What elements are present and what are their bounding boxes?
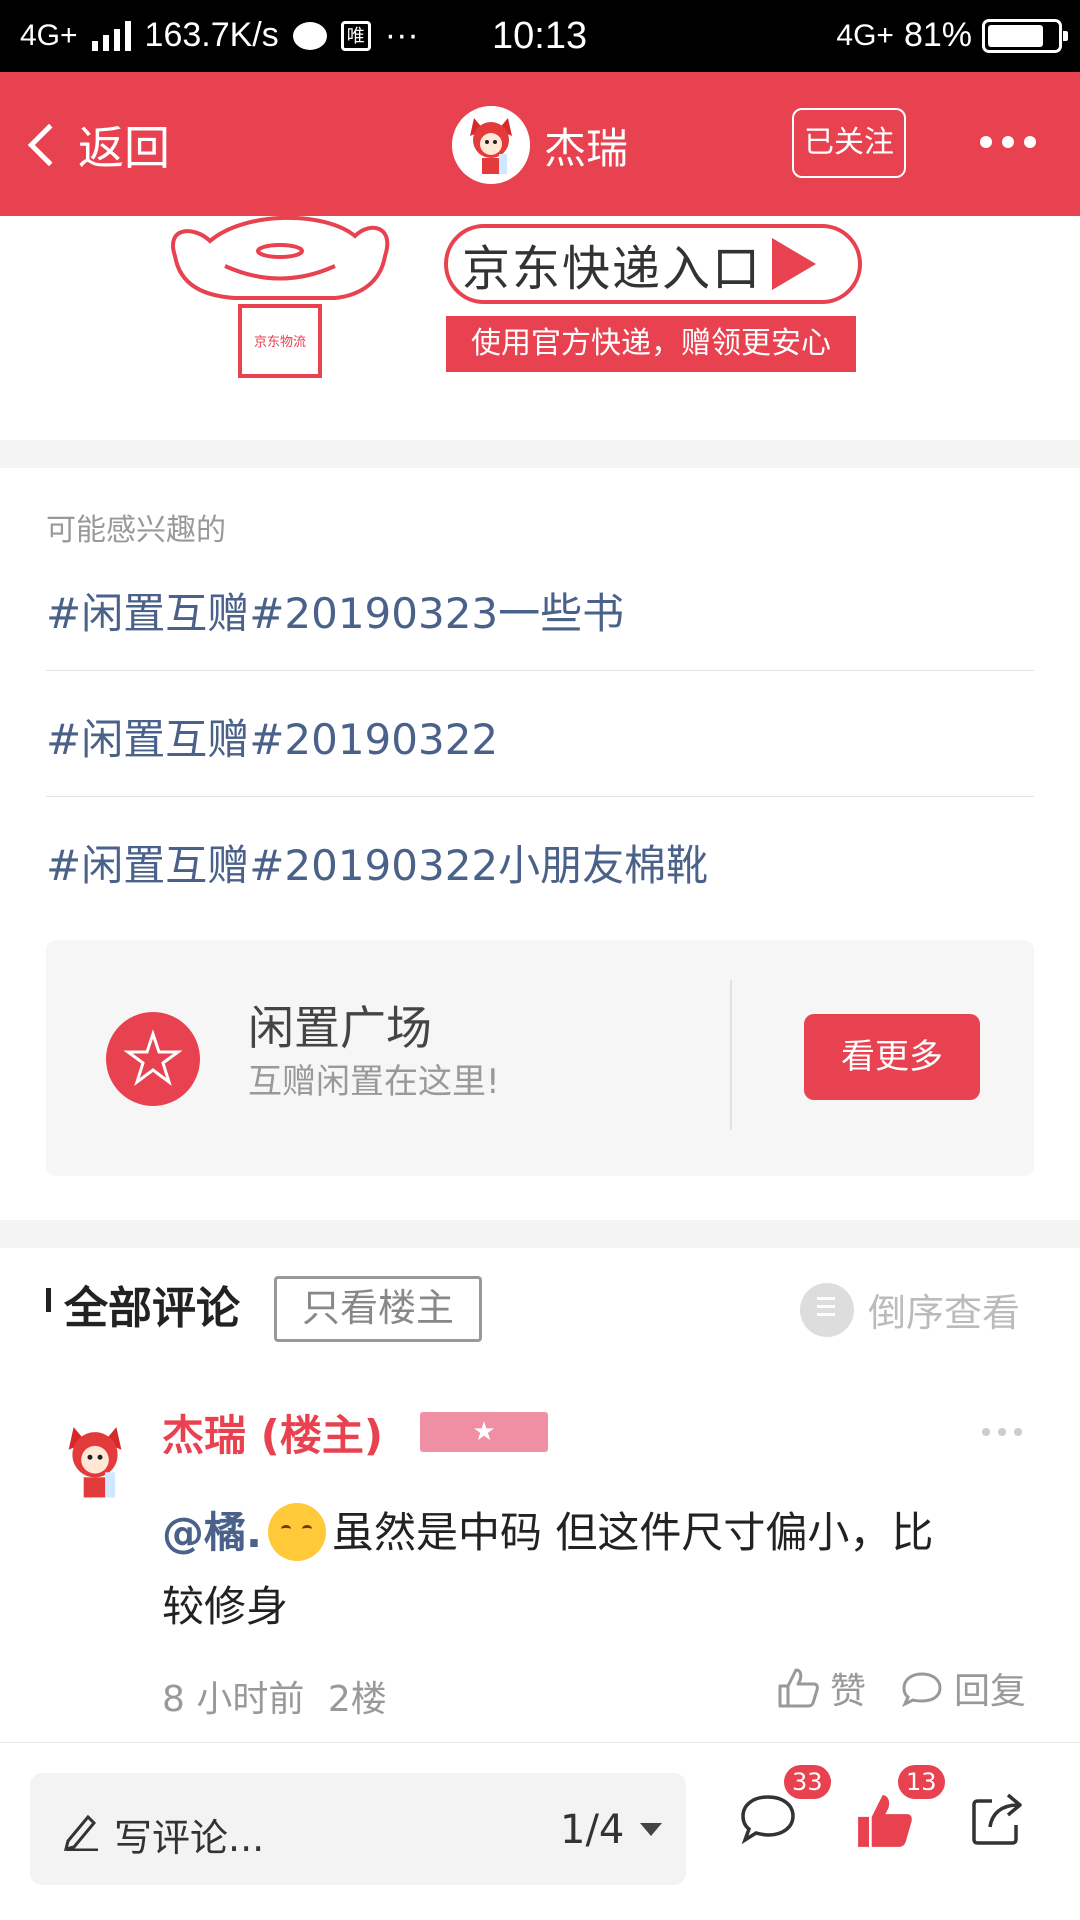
author-only-filter-button[interactable]: 只看楼主 — [274, 1276, 482, 1342]
sort-label: 倒序查看 — [868, 1291, 1021, 1335]
comment-floor: 2楼 — [327, 1679, 387, 1720]
nav-bar: 返回 杰瑞 已关注 — [0, 72, 1080, 216]
level-badge: ★ — [420, 1412, 548, 1452]
like-button[interactable]: 赞 — [776, 1662, 866, 1714]
sort-icon — [800, 1282, 854, 1337]
like-label: 赞 — [830, 1671, 867, 1712]
comment-time: 8 小时前 — [162, 1679, 305, 1720]
pencil-icon — [63, 1814, 98, 1851]
back-button[interactable]: 返回 — [20, 112, 170, 178]
composer-placeholder: 写评论... — [114, 1816, 265, 1860]
user-header[interactable]: 杰瑞 — [452, 106, 628, 184]
box-label: 京东物流 — [254, 335, 306, 350]
network-type: 4G+ — [20, 18, 78, 52]
section-divider — [0, 1220, 1080, 1248]
back-label: 返回 — [78, 121, 170, 175]
user-name: 杰瑞 — [544, 123, 629, 173]
smile-emoji-icon — [267, 1502, 326, 1561]
comment-body: @橘. 虽然是中码 但这件尺寸偏小，比 较修身 — [162, 1496, 1042, 1644]
comments-header: 全部评论 只看楼主 倒序查看 — [0, 1248, 1080, 1368]
see-more-button[interactable]: 看更多 — [804, 1014, 980, 1100]
comment-text: 虽然是中码 但这件尺寸偏小，比 — [331, 1508, 934, 1557]
reverse-order-button[interactable]: 倒序查看 — [800, 1282, 1020, 1337]
avatar[interactable] — [46, 1412, 144, 1510]
signal-icon — [91, 20, 131, 51]
topic-link[interactable]: #闲置互赠#20190323一些书 — [46, 580, 624, 641]
comments-title: 全部评论 — [64, 1283, 240, 1334]
title-accent-bar — [46, 1288, 51, 1312]
network-speed: 163.7K/s — [144, 16, 279, 54]
reply-label: 回复 — [954, 1671, 1027, 1712]
reply-button[interactable]: 回复 — [900, 1662, 1026, 1714]
comment-author[interactable]: 杰瑞 (楼主) — [162, 1402, 383, 1463]
jd-subtitle: 使用官方快递，赠领更安心 — [446, 316, 856, 372]
play-arrow-icon — [772, 238, 817, 290]
comment-more-icon[interactable] — [982, 1428, 1022, 1436]
divider — [46, 670, 1034, 671]
caret-down-icon[interactable] — [640, 1823, 662, 1836]
comment-count-badge: 33 — [784, 1765, 831, 1799]
follow-button[interactable]: 已关注 — [792, 108, 906, 178]
topic-link[interactable]: #闲置互赠#20190322小朋友棉靴 — [46, 832, 708, 893]
comment-text-cont: 较修身 — [162, 1582, 289, 1631]
mention-link[interactable]: @橘. — [162, 1508, 262, 1557]
thumbs-up-icon — [778, 1668, 819, 1708]
comment-actions: 赞 回复 — [776, 1662, 1026, 1714]
comment-composer[interactable]: 写评论... 1/4 — [30, 1773, 686, 1885]
app-notification-icon: 唯 — [340, 20, 371, 51]
idle-square-card[interactable]: 闲置广场 互赠闲置在这里! 看更多 — [46, 940, 1034, 1176]
like-count-badge: 13 — [898, 1765, 945, 1799]
interests-title: 可能感兴趣的 — [46, 513, 226, 548]
avatar — [452, 106, 530, 184]
comment-bubble-icon — [741, 1795, 795, 1845]
thumbs-up-filled-icon — [858, 1795, 912, 1847]
topic-link[interactable]: #闲置互赠#20190322 — [46, 706, 498, 767]
page-indicator[interactable]: 1/4 — [560, 1807, 624, 1853]
jd-entry-label: 京东快递入口 — [462, 241, 763, 297]
star-icon — [106, 1012, 200, 1106]
chat-notification-icon — [292, 21, 327, 50]
jd-entry-button[interactable]: 京东快递入口 — [444, 224, 862, 304]
network-type-right: 4G+ — [836, 18, 894, 52]
jd-express-banner[interactable]: 京东物流 京东快递入口 使用官方快递，赠领更安心 — [0, 215, 1080, 440]
section-divider — [0, 440, 1080, 468]
clock: 10:13 — [492, 15, 588, 57]
chevron-left-icon — [27, 123, 71, 167]
status-bar: 4G+ 163.7K/s 唯 ··· 10:13 4G+ 81% — [0, 0, 1080, 72]
comment-meta: 8 小时前 2楼 — [162, 1670, 387, 1722]
square-subtitle: 互赠闲置在这里! — [248, 1062, 500, 1102]
bottom-bar: 写评论... 1/4 33 13 — [0, 1742, 1080, 1920]
more-options-icon[interactable] — [980, 136, 1036, 148]
jd-mascot-icon: 京东物流 — [165, 215, 395, 400]
battery-percent: 81% — [903, 16, 972, 54]
reply-bubble-icon — [902, 1672, 942, 1708]
vertical-divider — [730, 980, 732, 1130]
divider — [46, 796, 1034, 797]
share-icon[interactable] — [968, 1791, 1026, 1849]
battery-icon — [982, 18, 1068, 53]
square-title: 闲置广场 — [248, 1001, 432, 1055]
more-notifications-icon: ··· — [384, 16, 419, 54]
comment-item: 杰瑞 (楼主) ★ @橘. 虽然是中码 但这件尺寸偏小，比 较修身 8 小时前 2… — [0, 1392, 1080, 1732]
